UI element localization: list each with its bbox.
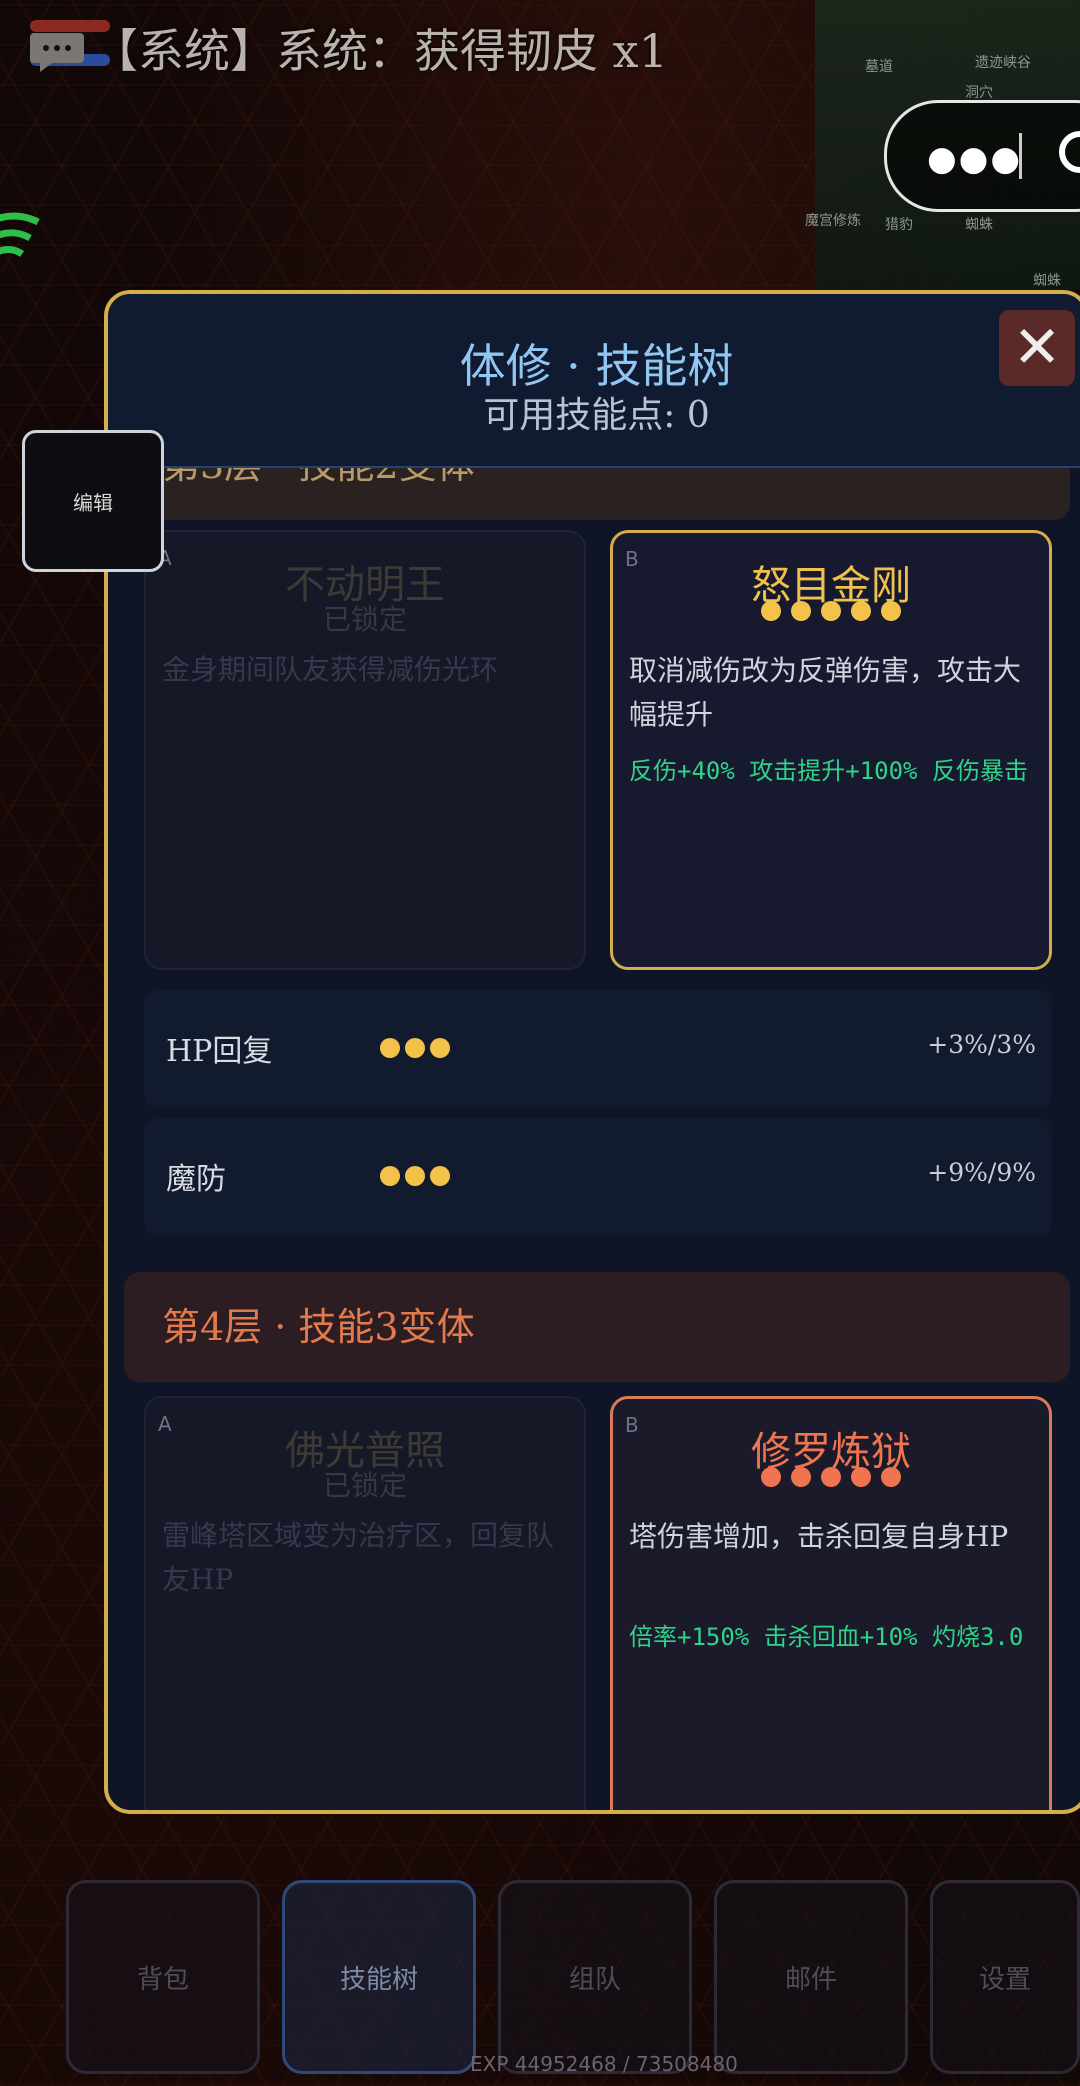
minimap-label: 墓道 (865, 59, 893, 75)
level-dot (821, 601, 841, 621)
system-message-text: 【系统】系统：获得韧皮 x1 (92, 24, 668, 78)
system-message: 【系统】系统：获得韧皮 x1 (28, 14, 788, 88)
nav-skill-tree[interactable]: 技能树 (282, 1880, 476, 2074)
level-dot (851, 601, 871, 621)
edit-label: 编辑 (73, 490, 113, 515)
stat-dots (380, 1038, 455, 1062)
nav-settings[interactable]: 设置 (930, 1880, 1080, 2074)
minimap-label: 魔宫修炼 (805, 213, 861, 229)
skill-tree-panel: 体修 · 技能树 可用技能点: 0 ✕ 第3层 · 技能2变体 A 不动明王 已… (104, 290, 1080, 1814)
bottom-nav: 背包 技能树 组队 邮件 设置 (66, 1880, 1080, 2076)
panel-header: 体修 · 技能树 可用技能点: 0 ✕ (108, 294, 1080, 468)
skill-points: 可用技能点: 0 (483, 395, 710, 436)
level-dot (881, 1467, 901, 1487)
stat-dot (380, 1038, 400, 1058)
minimap-label: 洞穴 (965, 85, 993, 101)
skill-tree-scroll[interactable]: 第3层 · 技能2变体 A 不动明王 已锁定 金身期间队友获得减伤光环 B 怒目… (108, 468, 1080, 1810)
lock-state: 已锁定 (322, 603, 407, 636)
close-icon: ✕ (1012, 313, 1062, 381)
minimap-label: 蜘蛛 (1033, 273, 1061, 289)
level-dots (613, 601, 1049, 625)
close-miniprogram-icon[interactable] (1059, 131, 1080, 173)
stat-dot (405, 1038, 425, 1058)
nav-mail[interactable]: 邮件 (714, 1880, 908, 2074)
skill-desc: 塔伤害增加，击杀回复自身HP (629, 1520, 1009, 1553)
edit-button[interactable]: 编辑 (22, 430, 164, 572)
level-dot (791, 601, 811, 621)
minimap-label: 遗迹峡谷 (975, 55, 1031, 71)
nav-team[interactable]: 组队 (498, 1880, 692, 2074)
level-dot (761, 1467, 781, 1487)
stat-row-hp-regen[interactable]: HP回复 +3%/3% (144, 990, 1052, 1108)
stat-row-magic-defense[interactable]: 魔防 +9%/9% (144, 1118, 1052, 1236)
skill-effects: 反伤+40% 攻击提升+100% 反伤暴击 (629, 757, 1028, 785)
stat-value: +9%/9% (927, 1158, 1036, 1187)
minimap-label: 猎豹 (885, 217, 913, 233)
skill-card-selected[interactable]: B 修罗炼狱 塔伤害增加，击杀回复自身HP 倍率+150% 击杀回血+10% 灼… (610, 1396, 1052, 1810)
level-dot (851, 1467, 871, 1487)
level-dots (613, 1467, 1049, 1491)
stat-value: +3%/3% (927, 1030, 1036, 1059)
stat-dot (405, 1166, 425, 1186)
skill-desc: 取消减伤改为反弹伤害，攻击大幅提升 (629, 654, 1022, 731)
level-dot (821, 1467, 841, 1487)
close-button[interactable]: ✕ (999, 310, 1075, 386)
level-dot (791, 1467, 811, 1487)
skill-card-locked[interactable]: A 佛光普照 已锁定 雷峰塔区域变为治疗区，回复队友HP (144, 1396, 586, 1810)
capsule-divider (1019, 133, 1022, 179)
skill-effects: 倍率+150% 击杀回血+10% 灼烧3.0 (629, 1623, 1024, 1651)
skill-card-locked[interactable]: A 不动明王 已锁定 金身期间队友获得减伤光环 (144, 530, 586, 970)
stat-dot (430, 1166, 450, 1186)
stat-dots (380, 1166, 455, 1190)
wifi-icon (0, 212, 40, 257)
layer-heading: 第4层 · 技能3变体 (124, 1272, 1070, 1382)
chat-bubble-icon (30, 33, 84, 72)
miniprogram-capsule: ●●● (884, 100, 1080, 212)
more-icon[interactable]: ●●● (927, 139, 1022, 179)
level-dot (881, 601, 901, 621)
stat-dot (430, 1038, 450, 1058)
nav-backpack[interactable]: 背包 (66, 1880, 260, 2074)
level-dot (761, 601, 781, 621)
layer-heading: 第3层 · 技能2变体 (124, 468, 1070, 520)
skill-desc: 金身期间队友获得减伤光环 (162, 653, 499, 686)
skill-card-selected[interactable]: B 怒目金刚 取消减伤改为反弹伤害，攻击大幅提升 反伤+40% 攻击提升+100… (610, 530, 1052, 970)
lock-state: 已锁定 (322, 1469, 407, 1502)
exp-text: EXP 44952468 / 73508480 (470, 2052, 738, 2076)
stat-dot (380, 1166, 400, 1186)
stat-name: 魔防 (166, 1162, 226, 1197)
skill-desc: 雷峰塔区域变为治疗区，回复队友HP (162, 1519, 555, 1596)
minimap-label: 蜘蛛 (965, 217, 993, 233)
stat-name: HP回复 (166, 1034, 273, 1069)
